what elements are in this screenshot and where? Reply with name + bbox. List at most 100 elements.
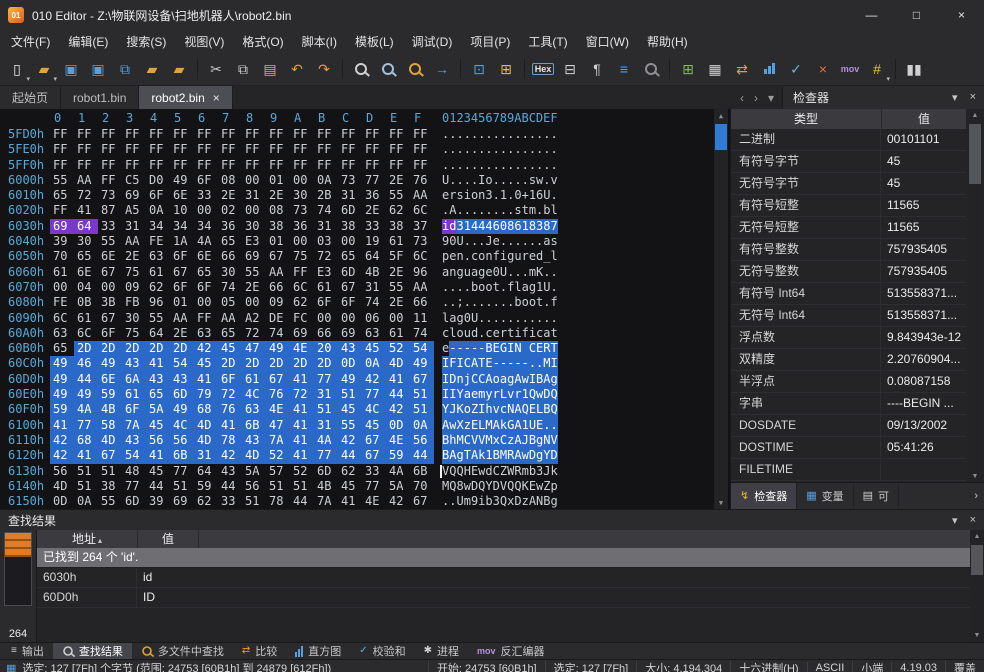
ascii-char[interactable]: I (507, 341, 514, 356)
hex-byte[interactable]: FF (290, 158, 314, 173)
ascii-char[interactable]: . (478, 234, 485, 249)
hex-byte[interactable]: 65 (218, 326, 242, 341)
hex-byte[interactable]: 63 (362, 326, 386, 341)
hex-byte[interactable]: 38 (98, 479, 122, 494)
ascii-char[interactable]: h (449, 433, 456, 448)
hex-byte[interactable]: 69 (338, 326, 362, 341)
hex-mode-button[interactable]: Hex (530, 56, 556, 82)
ascii-char[interactable]: . (507, 265, 514, 280)
hex-byte[interactable]: 6F (194, 280, 218, 295)
hex-byte[interactable]: FF (122, 158, 146, 173)
ascii-char[interactable]: N (543, 433, 550, 448)
ascii-char[interactable]: t (551, 326, 558, 341)
ascii-char[interactable]: 4 (478, 219, 485, 234)
ascii-char[interactable]: _ (543, 249, 550, 264)
inspector-close-icon[interactable]: × (970, 91, 976, 104)
hex-byte[interactable]: 0B (74, 295, 98, 310)
hex-byte[interactable]: 6C (290, 280, 314, 295)
hex-byte[interactable]: 47 (242, 341, 266, 356)
inspector-row[interactable]: 字串----BEGIN ... (731, 393, 966, 415)
hex-byte[interactable]: 51 (242, 494, 266, 509)
hex-byte[interactable]: DE (266, 311, 290, 326)
hex-byte[interactable]: 6C (50, 311, 74, 326)
ascii-char[interactable]: o (485, 173, 492, 188)
ascii-char[interactable]: I (551, 356, 558, 371)
hex-byte[interactable]: 2D (218, 356, 242, 371)
ascii-char[interactable]: o (485, 280, 492, 295)
export-file-button[interactable]: ▰ (166, 56, 192, 82)
ascii-char[interactable]: A (514, 372, 521, 387)
ascii-char[interactable]: k (551, 464, 558, 479)
ascii-char[interactable]: a (543, 234, 550, 249)
hex-byte[interactable]: 3B (98, 295, 122, 310)
hex-byte[interactable]: FF (386, 158, 410, 173)
hex-bytes[interactable]: 42684D4356564D78437A414A42674E56 (50, 433, 434, 448)
ascii-char[interactable]: 1 (522, 418, 529, 433)
ascii-char[interactable]: s (551, 234, 558, 249)
hex-byte[interactable]: 31 (122, 219, 146, 234)
hex-byte[interactable]: 0D (338, 356, 362, 371)
tool-tab-直方图[interactable]: 直方图 (286, 643, 350, 659)
ascii-char[interactable]: t (536, 295, 543, 310)
scroll-up-icon[interactable]: ▲ (968, 109, 982, 122)
hex-byte[interactable]: 65 (74, 249, 98, 264)
ascii-char[interactable]: . (493, 158, 500, 173)
hex-byte[interactable]: 72 (242, 326, 266, 341)
hex-bytes[interactable]: FE0B3BFB960100050009626F6F742E66 (50, 295, 434, 310)
hex-byte[interactable]: 63 (146, 249, 170, 264)
hex-byte[interactable]: FF (98, 158, 122, 173)
hex-byte[interactable]: 2D (266, 356, 290, 371)
hex-byte[interactable]: 69 (50, 219, 74, 234)
ascii-char[interactable]: A (485, 372, 492, 387)
hex-byte[interactable]: AA (266, 265, 290, 280)
ascii-char[interactable]: A (449, 203, 456, 218)
run-template-button[interactable]: ⊡ (466, 56, 492, 82)
hex-byte[interactable]: 43 (170, 372, 194, 387)
hex-byte[interactable]: 68 (194, 402, 218, 417)
hex-byte[interactable]: 30 (74, 234, 98, 249)
hex-byte[interactable]: 31 (362, 280, 386, 295)
hex-byte[interactable]: FF (362, 142, 386, 157)
hex-byte[interactable]: 2E (266, 188, 290, 203)
hex-byte[interactable]: 0A (362, 356, 386, 371)
inspector-type-header[interactable]: 类型 (731, 109, 882, 129)
hex-byte[interactable]: 73 (410, 234, 434, 249)
hex-byte[interactable]: FF (242, 127, 266, 142)
ascii-char[interactable]: C (464, 356, 471, 371)
hex-byte[interactable]: 96 (146, 295, 170, 310)
ascii-char[interactable]: . (551, 311, 558, 326)
hex-byte[interactable]: 43 (146, 372, 170, 387)
ascii-char[interactable]: C (478, 372, 485, 387)
ascii-char[interactable]: 9 (471, 494, 478, 509)
ascii-char[interactable]: . (507, 234, 514, 249)
ascii-char[interactable]: V (442, 464, 449, 479)
ascii-char[interactable]: u (464, 326, 471, 341)
hex-byte[interactable]: 56 (170, 433, 194, 448)
ascii-char[interactable]: A (471, 448, 478, 463)
ascii-char[interactable]: I (442, 372, 449, 387)
value-column-header[interactable]: 值 (138, 530, 199, 548)
ascii-char[interactable]: u (464, 265, 471, 280)
ascii-char[interactable]: 0 (449, 234, 456, 249)
hex-byte[interactable]: 75 (122, 265, 146, 280)
ascii-char[interactable]: f (522, 326, 529, 341)
hex-byte[interactable]: 61 (74, 311, 98, 326)
hex-byte[interactable]: 6E (98, 372, 122, 387)
ascii-char[interactable]: U (456, 494, 463, 509)
ascii-char[interactable]: x (507, 494, 514, 509)
copy-button[interactable]: ⧉ (230, 56, 256, 82)
hex-byte[interactable]: 31 (242, 188, 266, 203)
ascii-char[interactable]: K (522, 479, 529, 494)
hex-byte[interactable]: 34 (170, 219, 194, 234)
hex-scroll-thumb[interactable] (715, 124, 727, 150)
ascii-char[interactable]: . (529, 356, 536, 371)
hex-byte[interactable]: FF (98, 142, 122, 157)
hex-ascii[interactable]: .A........stm.bl (442, 203, 558, 218)
hex-byte[interactable]: 59 (50, 402, 74, 417)
hex-byte[interactable]: 55 (146, 311, 170, 326)
ascii-char[interactable]: Q (514, 479, 521, 494)
hex-byte[interactable]: 62 (194, 494, 218, 509)
hex-byte[interactable]: FF (146, 158, 170, 173)
hex-byte[interactable]: 41 (338, 494, 362, 509)
hex-byte[interactable]: 6F (170, 280, 194, 295)
